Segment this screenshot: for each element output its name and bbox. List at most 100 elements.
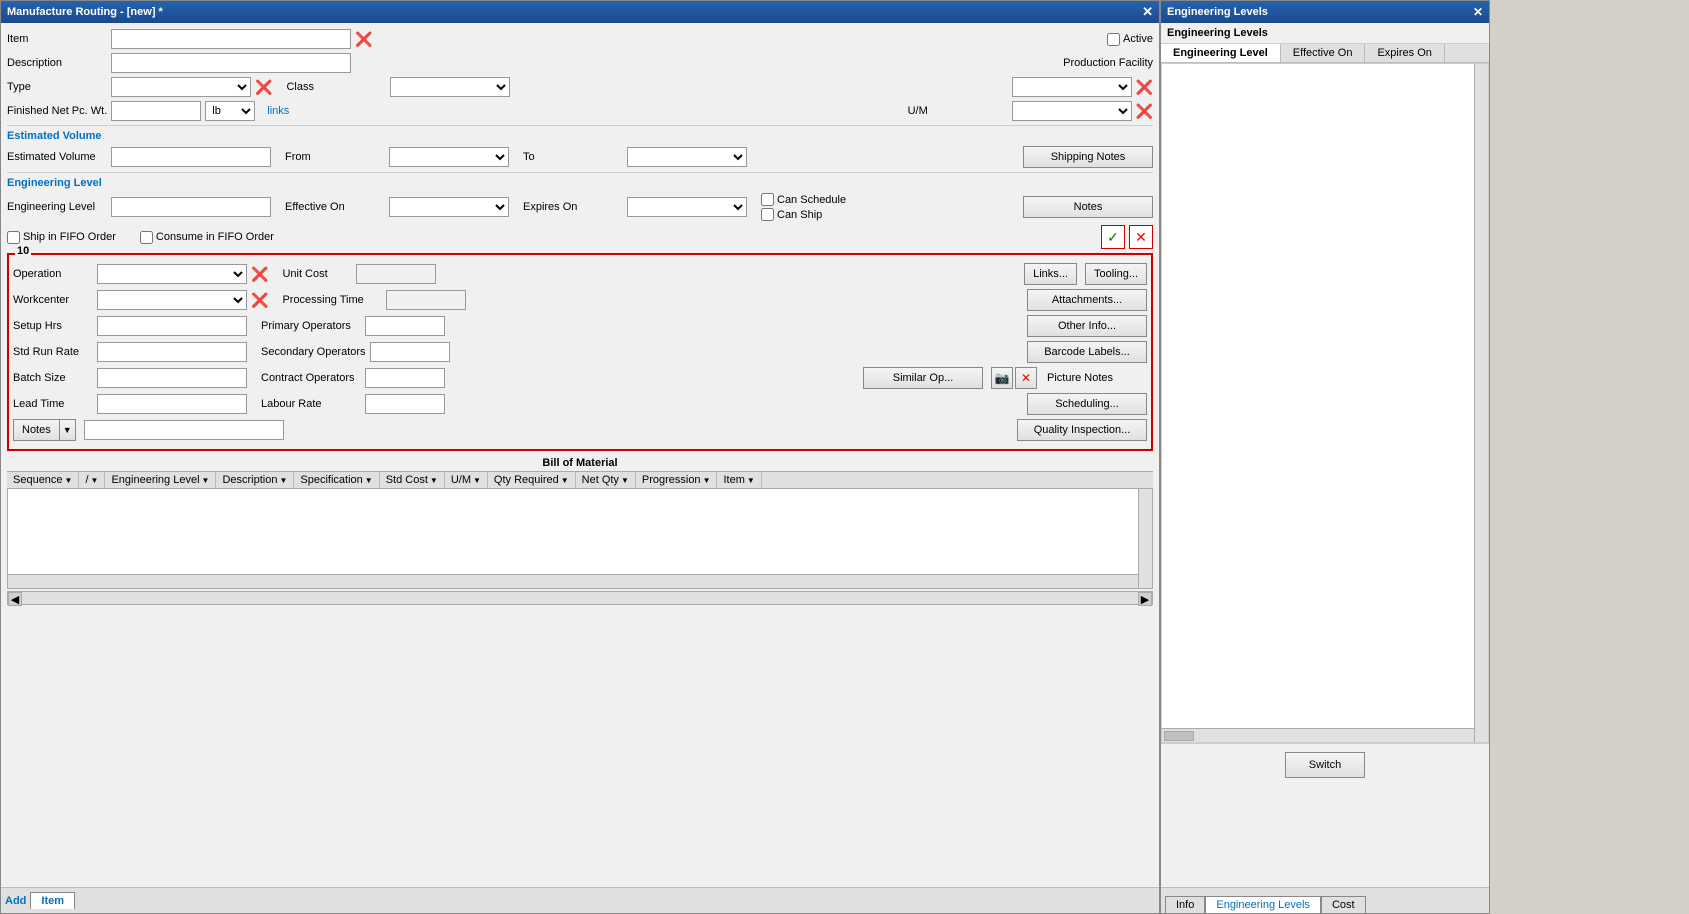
op-processing-time-input[interactable]: 0.00 days (386, 290, 466, 310)
op-lead-time-input[interactable]: 0.00 days (97, 394, 247, 414)
bom-col-net-qty[interactable]: Net Qty ▼ (576, 472, 636, 488)
op-workcenter-select[interactable] (97, 290, 247, 310)
eng-bottom-tab-info[interactable]: Info (1165, 896, 1205, 913)
engineering-level-input[interactable] (111, 197, 271, 217)
switch-button-area: Switch (1161, 743, 1489, 786)
bom-col-item[interactable]: Item ▼ (717, 472, 761, 488)
scroll-left-icon[interactable]: ◀ (8, 592, 22, 606)
switch-button[interactable]: Switch (1285, 752, 1365, 778)
op-contract-operators-input[interactable]: 0.00 (365, 368, 445, 388)
add-link[interactable]: Add (5, 895, 26, 907)
shipping-notes-button[interactable]: Shipping Notes (1023, 146, 1153, 168)
finished-net-unit-select[interactable]: lb (205, 101, 255, 121)
item-clear-icon[interactable]: ❌ (355, 31, 372, 48)
picture-notes-delete-icon[interactable]: ✕ (1015, 367, 1037, 389)
notes-button[interactable]: Notes (1023, 196, 1153, 218)
close-button[interactable]: ✕ (1142, 4, 1153, 20)
op-notes-input[interactable] (84, 420, 284, 440)
active-checkbox[interactable] (1107, 33, 1120, 46)
eng-tab-expires-on[interactable]: Expires On (1365, 44, 1444, 62)
expires-on-label: Expires On (523, 201, 623, 213)
op-secondary-operators-label: Secondary Operators (261, 346, 366, 358)
barcode-labels-button[interactable]: Barcode Labels... (1027, 341, 1147, 363)
effective-on-label: Effective On (285, 201, 385, 213)
bottom-bar: Add Item (1, 887, 1159, 913)
op-row3: Setup Hrs 0.00 hr Primary Operators 1.00… (13, 315, 1147, 337)
bom-col-specification[interactable]: Specification ▼ (294, 472, 379, 488)
op-row7: Notes ▼ Quality Inspection... (13, 419, 1147, 441)
op-secondary-operators-input[interactable]: 0.00 (370, 342, 450, 362)
type-clear-icon[interactable]: ❌ (255, 79, 272, 96)
um-clear-icon[interactable]: ❌ (1136, 103, 1153, 120)
class-select[interactable] (390, 77, 510, 97)
picture-notes-add-icon[interactable]: 📷 (991, 367, 1013, 389)
bom-col-um[interactable]: U/M ▼ (445, 472, 488, 488)
item-tab[interactable]: Item (30, 892, 75, 909)
eng-tab-eng-level[interactable]: Engineering Level (1161, 44, 1281, 62)
op-primary-operators-label: Primary Operators (261, 320, 361, 332)
type-select[interactable] (111, 77, 251, 97)
can-ship-checkbox[interactable] (761, 208, 774, 221)
bom-scrollbar-h[interactable] (8, 574, 1138, 588)
can-ship-label: Can Ship (777, 209, 822, 221)
finished-net-input[interactable]: 0.00000 (111, 101, 201, 121)
from-select[interactable] (389, 147, 509, 167)
eng-scroll-thumb[interactable] (1164, 731, 1194, 741)
consume-fifo-checkbox[interactable] (140, 231, 153, 244)
estimated-volume-label: Estimated Volume (7, 151, 107, 163)
op-operation-clear-icon[interactable]: ❌ (251, 266, 268, 283)
estimated-volume-input[interactable] (111, 147, 271, 167)
bom-scrollbar-v[interactable] (1138, 489, 1152, 588)
scheduling-button[interactable]: Scheduling... (1027, 393, 1147, 415)
expires-on-select[interactable] (627, 197, 747, 217)
production-facility-clear-icon[interactable]: ❌ (1136, 79, 1153, 96)
op-unit-cost-input[interactable]: $0.00000 (356, 264, 436, 284)
eng-bottom-tab-eng-levels[interactable]: Engineering Levels (1205, 896, 1321, 913)
can-schedule-checkbox[interactable] (761, 193, 774, 206)
eng-close-button[interactable]: ✕ (1473, 5, 1483, 19)
op-notes-arrow-button[interactable]: ▼ (60, 419, 76, 441)
description-input[interactable] (111, 53, 351, 73)
bom-col-qty-required[interactable]: Qty Required ▼ (488, 472, 576, 488)
scroll-right-icon[interactable]: ▶ (1138, 592, 1152, 606)
links-link[interactable]: links (267, 105, 289, 117)
eng-tab-effective-on[interactable]: Effective On (1281, 44, 1366, 62)
eng-bottom-tab-cost[interactable]: Cost (1321, 896, 1366, 913)
description-label: Description (7, 57, 107, 69)
um-select[interactable] (1012, 101, 1132, 121)
op-operation-select[interactable] (97, 264, 247, 284)
ship-fifo-checkbox[interactable] (7, 231, 20, 244)
op-labour-rate-input[interactable]: 0.00/hr (365, 394, 445, 414)
confirm-button[interactable]: ✓ (1101, 225, 1125, 249)
links-button[interactable]: Links... (1024, 263, 1077, 285)
production-facility-select[interactable] (1012, 77, 1132, 97)
tooling-button[interactable]: Tooling... (1085, 263, 1147, 285)
op-workcenter-clear-icon[interactable]: ❌ (251, 292, 268, 309)
bom-col-progression[interactable]: Progression ▼ (636, 472, 718, 488)
cancel-button[interactable]: ✕ (1129, 225, 1153, 249)
bom-col-eng-level[interactable]: Engineering Level ▼ (105, 472, 216, 488)
progression-sort-icon: ▼ (703, 476, 711, 485)
main-scrollbar-h[interactable]: ◀ ▶ (7, 591, 1153, 605)
bom-col-sequence[interactable]: Sequence ▼ (7, 472, 79, 488)
other-info-button[interactable]: Other Info... (1027, 315, 1147, 337)
op-batch-size-input[interactable]: 0 (97, 368, 247, 388)
item-input[interactable] (111, 29, 351, 49)
op-notes-main-button[interactable]: Notes (13, 419, 60, 441)
eng-scrollbar-h[interactable] (1162, 728, 1474, 742)
eng-content-area (1161, 63, 1489, 743)
op-std-run-rate-input[interactable]: 0/hr (97, 342, 247, 362)
bom-col-description[interactable]: Description ▼ (216, 472, 294, 488)
similar-op-button[interactable]: Similar Op... (863, 367, 983, 389)
bom-col-std-cost[interactable]: Std Cost ▼ (380, 472, 445, 488)
op-setup-hrs-input[interactable]: 0.00 hr (97, 316, 247, 336)
quality-inspection-button[interactable]: Quality Inspection... (1017, 419, 1147, 441)
eng-scrollbar-v[interactable] (1474, 64, 1488, 742)
to-select[interactable] (627, 147, 747, 167)
op-std-run-rate-label: Std Run Rate (13, 346, 93, 358)
bom-col-slash[interactable]: / ▼ (79, 472, 105, 488)
finished-net-label: Finished Net Pc. Wt. (7, 105, 107, 117)
attachments-button[interactable]: Attachments... (1027, 289, 1147, 311)
effective-on-select[interactable] (389, 197, 509, 217)
op-primary-operators-input[interactable]: 1.00 (365, 316, 445, 336)
